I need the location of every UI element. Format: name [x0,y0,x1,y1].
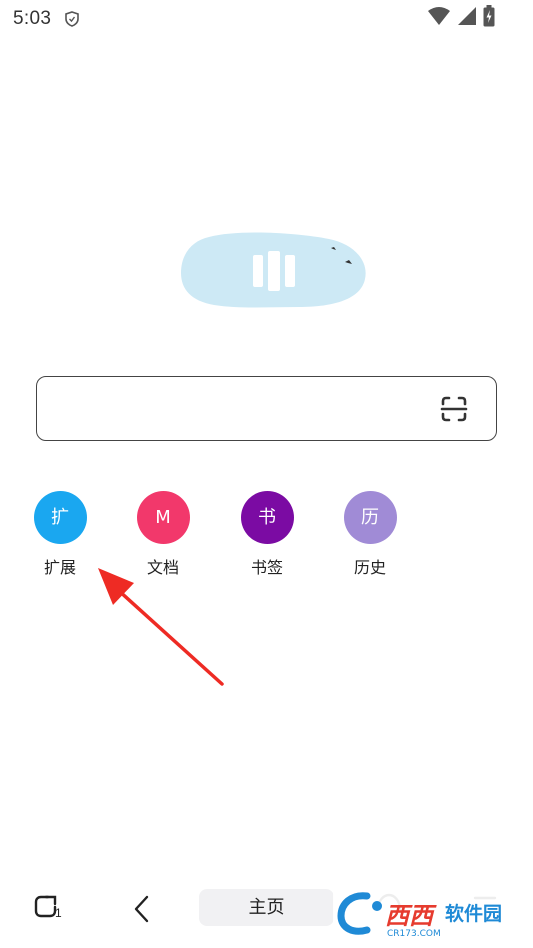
status-icons [427,4,495,32]
shortcut-bookmarks[interactable]: 书 书签 [227,491,307,578]
home-button[interactable]: 主页 [199,889,334,926]
shortcut-label: 历史 [353,558,386,577]
status-bar: 5:03 [0,0,533,38]
annotation-arrow-icon [98,568,224,686]
shortcut-label: 扩展 [43,558,76,577]
shield-icon [64,11,80,27]
scan-icon[interactable] [438,393,470,425]
svg-text:西西: 西西 [385,902,437,930]
battery-charging-icon [483,4,495,32]
svg-text:CR173.COM: CR173.COM [387,929,441,939]
status-time: 5:03 [13,8,52,29]
documents-icon: M [136,491,190,544]
search-input[interactable] [36,376,497,441]
shortcut-history[interactable]: 历 历史 [330,491,410,578]
watermark-logo: 西西 软件园 CR173.COM [333,884,533,940]
tabs-icon[interactable]: 1 [33,894,63,929]
shortcut-label: 书签 [250,558,283,577]
browser-logo [179,231,369,311]
history-icon: 历 [343,491,397,544]
shortcut-label: 文档 [146,558,179,577]
tabs-count: 1 [55,906,62,920]
back-icon[interactable] [132,894,152,929]
extensions-icon: 扩 [33,491,87,544]
wifi-icon [427,6,451,31]
shortcut-documents[interactable]: M 文档 [123,491,203,578]
shortcut-extensions[interactable]: 扩 扩展 [20,491,100,578]
bookmarks-icon: 书 [240,491,294,544]
signal-icon [457,6,477,31]
svg-text:软件园: 软件园 [445,902,502,925]
